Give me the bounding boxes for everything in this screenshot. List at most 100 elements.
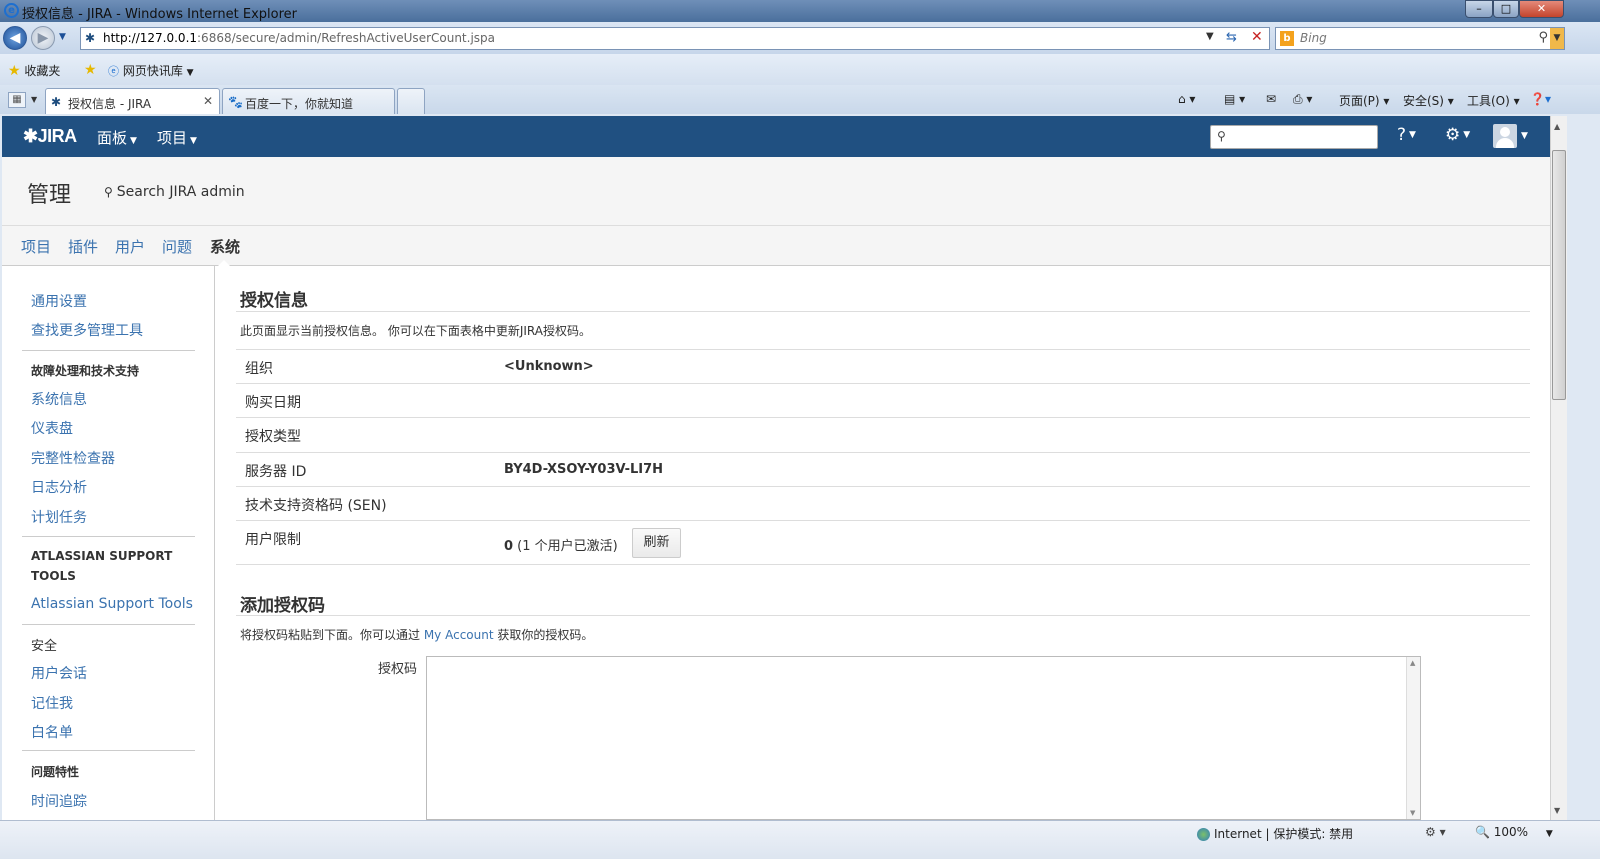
search-icon: ⚲ [104, 185, 113, 199]
sidebar-item-general[interactable]: 通用设置 [31, 291, 87, 311]
back-button[interactable]: ◀ [3, 26, 27, 50]
favorites-star-icon: ★ [8, 63, 21, 79]
my-account-link[interactable]: My Account [424, 628, 494, 642]
search-dropdown-icon[interactable]: ▼ [1550, 28, 1564, 49]
sidebar-heading-atlassian-support: ATLASSIAN SUPPORT [31, 549, 173, 563]
tab-issues[interactable]: 问题 [162, 236, 192, 257]
projects-menu[interactable]: 项目 ▼ [157, 127, 197, 148]
tab-addons[interactable]: 插件 [68, 236, 98, 257]
jira-favicon-icon: ✱ [51, 95, 62, 109]
tab-list-dropdown-icon[interactable]: ▼ [31, 95, 37, 104]
window-titlebar: e 授权信息 - JIRA - Windows Internet Explore… [0, 0, 1600, 22]
avatar[interactable] [1493, 124, 1517, 148]
feeds-icon[interactable]: ▤ ▾ [1224, 92, 1245, 106]
row-label-server-id: 服务器 ID [245, 464, 307, 480]
row-value-user-limit: 0 (1 个用户已激活) [504, 539, 618, 554]
new-tab-button[interactable] [397, 88, 425, 114]
license-key-label: 授权码 [378, 662, 418, 677]
print-icon[interactable]: ⎙ ▾ [1293, 92, 1312, 107]
bing-search-placeholder: Bing [1300, 31, 1327, 45]
sidebar-heading-atlassian-support-2: TOOLS [31, 569, 76, 583]
sidebar-item-rememberme[interactable]: 记住我 [31, 693, 73, 713]
sidebar-item-scheduler[interactable]: 计划任务 [31, 507, 87, 527]
help-icon[interactable]: ❓▾ [1530, 92, 1551, 106]
table-divider [236, 417, 1530, 418]
scroll-down-icon[interactable]: ▼ [1554, 806, 1560, 815]
tools-menu[interactable]: 工具(O) ▾ [1467, 92, 1520, 109]
sidebar-divider [22, 750, 195, 751]
status-bar: Internet | 保护模式: 禁用 ⚙ ▾ 🔍 100% ▼ [0, 820, 1600, 859]
tab-baidu[interactable]: 🐾 百度一下，你就知道 [222, 88, 395, 114]
sidebar-item-sessions[interactable]: 用户会话 [31, 663, 87, 683]
mail-icon[interactable]: ✉ [1266, 92, 1276, 106]
jira-logo[interactable]: ✱JIRA [23, 126, 77, 147]
table-divider [236, 349, 1530, 350]
quick-search-input[interactable]: ⚲ [1210, 125, 1378, 149]
sidebar-divider [22, 624, 195, 625]
search-icon[interactable]: ⚲ [1538, 30, 1548, 45]
add-favorite-icon[interactable]: ★ [84, 62, 97, 78]
main-content: 授权信息 此页面显示当前授权信息。 你可以在下面表格中更新JIRA授权码。 组织… [216, 266, 1550, 820]
sidebar-heading-issue-features: 问题特性 [31, 765, 80, 779]
tab-users[interactable]: 用户 [115, 236, 145, 257]
tab-system[interactable]: 系统 [210, 236, 240, 257]
help-menu-icon[interactable]: ? ▼ [1397, 125, 1416, 145]
license-key-textarea[interactable] [426, 656, 1421, 820]
forward-button[interactable]: ▶ [31, 26, 55, 50]
baidu-favicon-icon: 🐾 [228, 95, 243, 109]
stop-icon[interactable]: ✕ [1251, 29, 1263, 45]
scroll-up-icon[interactable]: ▲ [1554, 122, 1560, 131]
sidebar-item-logging[interactable]: 日志分析 [31, 477, 87, 497]
history-dropdown-icon[interactable]: ▼ [59, 32, 66, 42]
scrollbar-thumb[interactable] [1552, 150, 1566, 400]
security-zone[interactable]: Internet | 保护模式: 禁用 [1197, 825, 1353, 842]
sidebar-item-instrumentation[interactable]: 仪表盘 [31, 418, 73, 438]
webslice-gallery-button[interactable]: ⓔ 网页快讯库 ▼ [108, 62, 194, 79]
table-divider [236, 520, 1530, 521]
favorites-bar: ★ 收藏夹 ★ ⓔ 网页快讯库 ▼ [0, 54, 1600, 85]
add-license-description: 将授权码粘贴到下面。你可以通过 My Account 获取你的授权码。 [240, 628, 594, 642]
row-label-license-type: 授权类型 [245, 429, 301, 445]
sidebar-item-sysinfo[interactable]: 系统信息 [31, 389, 87, 409]
maximize-button[interactable]: □ [1493, 0, 1519, 18]
sidebar-item-integrity[interactable]: 完整性检查器 [31, 448, 115, 468]
close-tab-icon[interactable]: ✕ [203, 94, 213, 108]
zoom-level[interactable]: 🔍 100% ▼ [1475, 825, 1553, 839]
table-divider [236, 452, 1530, 453]
address-dropdown-icon[interactable]: ▼ [1206, 31, 1214, 42]
jira-page: ✱JIRA 面板 ▼ 项目 ▼ ⚲ ? ▼ ⚙ ▼ ▼ 管理 ⚲ Search JIRA … [2, 116, 1550, 820]
sidebar-item-support-tools[interactable]: Atlassian Support Tools [31, 596, 193, 612]
close-window-button[interactable]: ✕ [1519, 0, 1564, 18]
gear-icon[interactable]: ⚙ ▼ [1445, 125, 1470, 145]
quick-tabs-icon[interactable]: ▦ [8, 92, 26, 108]
safety-menu[interactable]: 安全(S) ▾ [1403, 92, 1454, 109]
address-bar[interactable]: ✱ http://127.0.0.1:6868/secure/admin/Ref… [80, 27, 1270, 50]
home-icon[interactable]: ⌂ ▾ [1178, 92, 1195, 106]
dashboards-menu[interactable]: 面板 ▼ [97, 127, 137, 148]
ie-logo-icon: e [4, 3, 19, 18]
sidebar-item-whitelist[interactable]: 白名单 [31, 722, 73, 742]
tab-jira[interactable]: ✱ 授权信息 - JIRA ✕ [45, 88, 220, 114]
page-scrollbar[interactable]: ▲ ▼ [1550, 116, 1567, 820]
bing-search-box[interactable]: b Bing ⚲ ▼ [1275, 27, 1565, 50]
page-menu[interactable]: 页面(P) ▾ [1339, 92, 1389, 109]
refresh-icon[interactable]: ⇆ [1226, 30, 1237, 45]
sidebar-item-time-tracking[interactable]: 时间追踪 [31, 791, 87, 811]
protected-mode-icon[interactable]: ⚙ ▾ [1425, 825, 1446, 839]
table-divider [236, 486, 1530, 487]
favorites-button[interactable]: ★ 收藏夹 [8, 62, 60, 79]
tab-projects[interactable]: 项目 [21, 236, 51, 257]
sidebar-divider [22, 536, 195, 537]
sidebar-item-find-more[interactable]: 查找更多管理工具 [31, 320, 143, 340]
heading-divider [236, 311, 1530, 312]
address-url[interactable]: http://127.0.0.1:6868/secure/admin/Refre… [103, 31, 495, 45]
search-admin-button[interactable]: ⚲ Search JIRA admin [104, 184, 245, 200]
textarea-scrollbar[interactable]: ▲ ▼ [1406, 657, 1420, 819]
minimize-button[interactable]: – [1465, 0, 1493, 18]
refresh-user-count-button[interactable]: 刷新 [632, 528, 681, 558]
license-description: 此页面显示当前授权信息。 你可以在下面表格中更新JIRA授权码。 [240, 324, 591, 338]
page-title: 管理 [27, 183, 72, 208]
row-label-user-limit: 用户限制 [245, 532, 301, 548]
chevron-down-icon[interactable]: ▼ [1521, 131, 1528, 141]
admin-header: 管理 ⚲ Search JIRA admin [2, 157, 1550, 226]
